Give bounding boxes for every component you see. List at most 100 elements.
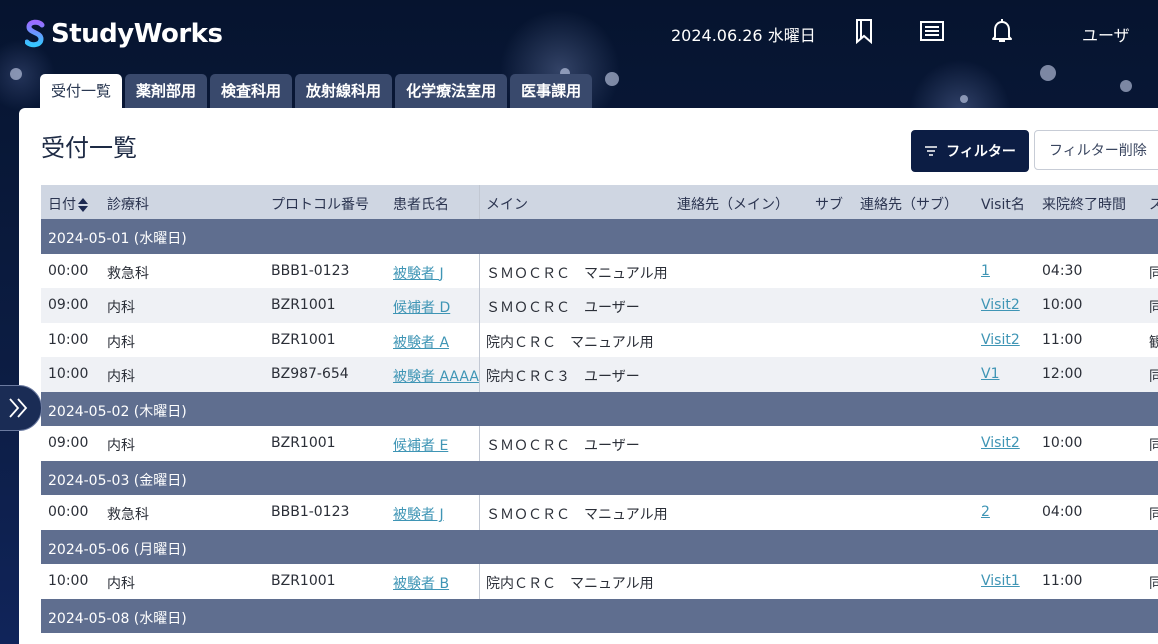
table-row[interactable]: 00:00 救急科 BBB1-0123 被験者 J ＳＭＯＣＲＣ マニュアル用 1 04:3… bbox=[41, 253, 1158, 288]
cell-visit[interactable]: 2 bbox=[981, 504, 990, 520]
cell-patient[interactable]: 被験者 J bbox=[393, 504, 444, 524]
table-row[interactable]: 10:00 内科 BZ987-654 被験者 AAAA 院内ＣＲＣ３ ユーザー V1 12:… bbox=[41, 357, 1158, 392]
tab-chemotherapy[interactable]: 化学療法室用 bbox=[395, 74, 508, 109]
col-main-contact: 連絡先（メイン） bbox=[677, 197, 789, 213]
cell-time: 00:00 bbox=[48, 504, 89, 520]
cell-main: 院内ＣＲＣ３ ユーザー bbox=[486, 369, 640, 385]
table-row[interactable]: 00:00 救急科 BBB1-0123 被験者 J ＳＭＯＣＲＣ マニュアル用 2 04:0… bbox=[41, 495, 1158, 530]
cell-department: 内科 bbox=[107, 438, 135, 454]
cell-end-time: 11:00 bbox=[1042, 331, 1083, 348]
cell-department: 内科 bbox=[107, 369, 135, 385]
cell-end-time: 11:00 bbox=[1042, 573, 1083, 589]
column-divider bbox=[479, 288, 480, 323]
col-date[interactable]: 日付 bbox=[48, 194, 88, 214]
column-divider bbox=[479, 357, 480, 392]
col-sub-contact: 連絡先（サブ） bbox=[860, 197, 958, 213]
cell-visit[interactable]: Visit2 bbox=[981, 332, 1020, 348]
cell-time: 10:00 bbox=[48, 366, 89, 382]
cell-visit[interactable]: Visit2 bbox=[981, 435, 1020, 451]
tab-bar: 受付一覧 薬剤部用 検査科用 放射線科用 化学療法室用 医事課用 bbox=[40, 74, 595, 109]
chevron-double-right-icon bbox=[9, 398, 28, 418]
filter-clear-button[interactable]: フィルター削除 bbox=[1034, 130, 1158, 170]
cell-visit[interactable]: Visit2 bbox=[981, 297, 1020, 313]
date-group-row: 2024-05-03 (金曜日) bbox=[41, 460, 1158, 495]
date-group-label: 2024-05-02 (木曜日) bbox=[48, 403, 187, 420]
tab-laboratory[interactable]: 検査科用 bbox=[210, 74, 293, 109]
table-row[interactable]: 09:00 内科 BZR1001 候補者 D ＳＭＯＣＲＣ ユーザー Visit2 10:0… bbox=[41, 288, 1158, 323]
tab-radiology[interactable]: 放射線科用 bbox=[295, 74, 393, 109]
cell-patient[interactable]: 被験者 A bbox=[393, 332, 449, 352]
cell-time: 09:00 bbox=[48, 297, 89, 313]
reception-table: 日付 診療科 プロトコル番号 患者氏名 メイン 連絡先（メイン） サブ 連絡先（… bbox=[41, 185, 1158, 633]
date-group-label: 2024-05-03 (金曜日) bbox=[48, 472, 187, 489]
logo-mark-icon bbox=[25, 19, 45, 48]
filter-button-label: フィルター bbox=[946, 144, 1016, 160]
cell-end-time: 10:00 bbox=[1042, 297, 1083, 313]
cell-time: 10:00 bbox=[48, 573, 89, 589]
date-group-row: 2024-05-06 (月曜日) bbox=[41, 529, 1158, 564]
cell-protocol: BZR1001 bbox=[271, 297, 336, 313]
app-logo[interactable]: StudyWorks bbox=[25, 16, 223, 52]
date-group-row: 2024-05-02 (木曜日) bbox=[41, 391, 1158, 426]
cell-department: 内科 bbox=[107, 300, 135, 316]
cell-time: 10:00 bbox=[48, 331, 89, 348]
cell-patient[interactable]: 候補者 D bbox=[393, 297, 450, 317]
cell-time: 00:00 bbox=[48, 262, 89, 279]
date-group-row: 2024-05-01 (水曜日) bbox=[41, 219, 1158, 254]
bell-icon[interactable] bbox=[989, 18, 1015, 44]
cell-patient[interactable]: 被験者 B bbox=[393, 573, 449, 593]
top-header: StudyWorks 2024.06.26 水曜日 ユーザ bbox=[0, 0, 1158, 64]
cell-protocol: BBB1-0123 bbox=[271, 262, 350, 279]
message-icon[interactable] bbox=[919, 18, 945, 44]
tab-reception[interactable]: 受付一覧 bbox=[40, 74, 123, 109]
bookmark-icon[interactable] bbox=[851, 18, 877, 44]
cell-main: ＳＭＯＣＲＣ ユーザー bbox=[486, 300, 640, 316]
col-sub: サブ bbox=[815, 197, 843, 213]
col-main: メイン bbox=[486, 197, 528, 213]
filter-icon bbox=[925, 146, 938, 156]
table-row[interactable]: 09:00 内科 BZR1001 候補者 E ＳＭＯＣＲＣ ユーザー Visit2 10:0… bbox=[41, 426, 1158, 461]
column-divider bbox=[479, 253, 480, 288]
cell-patient[interactable]: 被験者 AAAA bbox=[393, 366, 479, 386]
column-divider bbox=[479, 564, 480, 599]
logo-text: StudyWorks bbox=[51, 19, 223, 49]
tab-medical-affairs[interactable]: 医事課用 bbox=[510, 74, 593, 109]
col-protocol: プロトコル番号 bbox=[271, 197, 369, 213]
cell-status: 同 bbox=[1149, 369, 1158, 385]
col-patient: 患者氏名 bbox=[393, 197, 449, 213]
cell-status: 同 bbox=[1149, 265, 1158, 282]
cell-department: 救急科 bbox=[107, 507, 149, 523]
tab-pharmacy[interactable]: 薬剤部用 bbox=[125, 74, 208, 109]
date-group-label: 2024-05-01 (水曜日) bbox=[48, 231, 187, 247]
cell-department: 内科 bbox=[107, 576, 135, 592]
cell-visit[interactable]: 1 bbox=[981, 263, 990, 279]
column-divider bbox=[479, 495, 480, 530]
col-visit: Visit名 bbox=[981, 197, 1025, 213]
table-row[interactable]: 10:00 内科 BZR1001 被験者 B 院内ＣＲＣ マニュアル用 Visit1 11:… bbox=[41, 564, 1158, 599]
cell-main: ＳＭＯＣＲＣ マニュアル用 bbox=[486, 265, 668, 282]
cell-visit[interactable]: Visit1 bbox=[981, 573, 1020, 589]
page-title: 受付一覧 bbox=[41, 134, 137, 162]
cell-protocol: BZR1001 bbox=[271, 573, 336, 589]
user-menu[interactable]: ユーザ bbox=[1082, 22, 1130, 46]
cell-main: ＳＭＯＣＲＣ ユーザー bbox=[486, 438, 640, 454]
cell-status: 同 bbox=[1149, 507, 1158, 523]
cell-patient[interactable]: 被験者 J bbox=[393, 263, 444, 283]
date-group-label: 2024-05-08 (水曜日) bbox=[48, 610, 187, 627]
cell-visit[interactable]: V1 bbox=[981, 366, 999, 382]
col-status: ス bbox=[1149, 197, 1158, 213]
cell-status: 同 bbox=[1149, 576, 1158, 592]
main-panel: 受付一覧 フィルター フィルター削除 日付 診療科 プロトコル番号 患者氏名 メ… bbox=[19, 108, 1158, 644]
cell-status: 観 bbox=[1149, 334, 1158, 351]
col-department: 診療科 bbox=[107, 197, 149, 213]
col-end-time: 来院終了時間 bbox=[1042, 197, 1126, 213]
table-row[interactable]: 10:00 内科 BZR1001 被験者 A 院内ＣＲＣ マニュアル用 Visit2 11:… bbox=[41, 322, 1158, 357]
cell-main: 院内ＣＲＣ マニュアル用 bbox=[486, 576, 654, 592]
cell-time: 09:00 bbox=[48, 435, 89, 451]
cell-patient[interactable]: 候補者 E bbox=[393, 435, 448, 455]
filter-button[interactable]: フィルター bbox=[911, 130, 1029, 172]
cell-department: 内科 bbox=[107, 334, 135, 351]
cell-protocol: BBB1-0123 bbox=[271, 504, 350, 520]
cell-main: 院内ＣＲＣ マニュアル用 bbox=[486, 334, 654, 351]
filter-clear-button-label: フィルター削除 bbox=[1049, 143, 1147, 159]
